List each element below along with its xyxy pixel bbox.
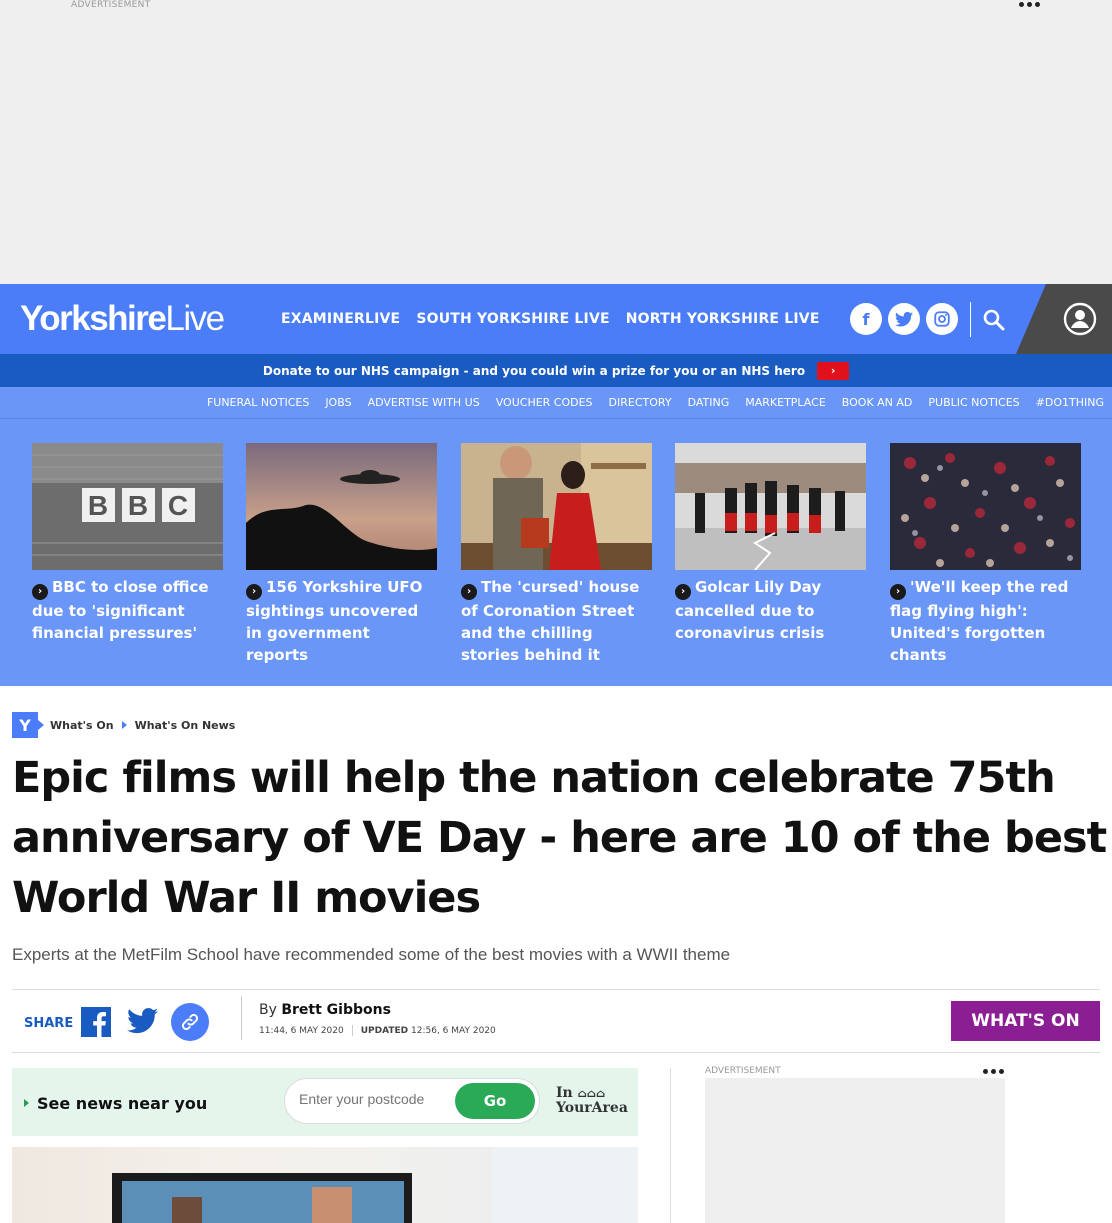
instagram-icon[interactable]: [926, 303, 958, 335]
search-icon[interactable]: [982, 308, 1006, 336]
side-ad-label: ADVERTISEMENT: [705, 1066, 781, 1076]
logo-light: Live: [165, 299, 225, 338]
subnav-dating[interactable]: DATING: [688, 396, 730, 409]
subnav-marketplace[interactable]: MARKETPLACE: [745, 396, 826, 409]
chevron-right-icon: ›: [675, 584, 691, 600]
teaser-card[interactable]: › 'We'll keep the red flag flying high': …: [890, 443, 1081, 666]
subnav-funeral-notices[interactable]: FUNERAL NOTICES: [207, 396, 309, 409]
teaser-title-text: The 'cursed' house of Coronation Street …: [461, 578, 640, 664]
subnav-public-notices[interactable]: PUBLIC NOTICES: [928, 396, 1019, 409]
breadcrumb-whats-on-news[interactable]: What's On News: [135, 719, 236, 732]
teaser-card[interactable]: › The 'cursed' house of Coronation Street…: [461, 443, 652, 666]
teaser-title-text: BBC to close office due to 'significant …: [32, 578, 209, 642]
article-dates: 11:44, 6 MAY 2020 UPDATED 12:56, 6 MAY 2…: [259, 1025, 496, 1036]
share-label: SHARE: [24, 1016, 74, 1031]
teaser-image-ufo[interactable]: [246, 443, 437, 570]
teaser-image-golcar-lily-day[interactable]: [675, 443, 866, 570]
go-button[interactable]: Go: [455, 1083, 535, 1119]
header-divider: [970, 302, 971, 337]
house-icon: ⌂⌂⌂: [577, 1087, 606, 1100]
teaser-title-text: 156 Yorkshire UFO sightings uncovered in…: [246, 578, 423, 664]
teaser-image-bbc[interactable]: B B C: [32, 443, 223, 570]
teaser-title[interactable]: › The 'cursed' house of Coronation Street…: [461, 576, 652, 666]
svg-text:B: B: [128, 490, 148, 521]
top-advertisement: ADVERTISEMENT: [0, 0, 1112, 284]
twitter-share-icon[interactable]: [127, 1008, 158, 1038]
ad-options-icon[interactable]: [1019, 2, 1040, 7]
byline-prefix: By: [259, 1002, 277, 1018]
teaser-card[interactable]: › Golcar Lily Day cancelled due to corona…: [675, 443, 866, 644]
teaser-strip: B B C › BBC to close office due to 'signi…: [0, 419, 1112, 686]
whats-on-section-button[interactable]: WHAT'S ON: [951, 1001, 1100, 1041]
subnav-directory[interactable]: DIRECTORY: [609, 396, 672, 409]
teaser-title-text: 'We'll keep the red flag flying high': U…: [890, 578, 1069, 664]
subnav-jobs[interactable]: JOBS: [325, 396, 351, 409]
nav-south-yorkshire-live[interactable]: SOUTH YORKSHIRE LIVE: [416, 311, 609, 327]
postcode-input[interactable]: [299, 1091, 449, 1107]
teaser-title[interactable]: › Golcar Lily Day cancelled due to corona…: [675, 576, 866, 644]
nav-north-yorkshire-live[interactable]: NORTH YORKSHIRE LIVE: [626, 311, 820, 327]
breadcrumb-arrow-icon: [121, 721, 127, 729]
twitter-icon[interactable]: [888, 303, 920, 335]
copy-link-icon[interactable]: [171, 1003, 209, 1041]
breadcrumb-whats-on[interactable]: What's On: [50, 719, 114, 732]
facebook-icon[interactable]: f: [850, 303, 882, 335]
article-hero-image: [12, 1147, 638, 1223]
chevron-right-icon: ›: [32, 584, 48, 600]
subnav-do1thing[interactable]: #DO1THING: [1036, 396, 1104, 409]
secondary-nav: FUNERAL NOTICES JOBS ADVERTISE WITH US V…: [0, 387, 1112, 419]
chevron-right-icon: ›: [890, 584, 906, 600]
byline: By Brett Gibbons: [259, 1002, 391, 1018]
inyourarea-logo[interactable]: In ⌂⌂⌂ YourArea: [556, 1086, 628, 1116]
updated-date: 12:56, 6 MAY 2020: [411, 1025, 496, 1036]
date-separator: [351, 1025, 353, 1036]
site-y-logo[interactable]: Y: [12, 712, 44, 738]
postcode-form: Go: [284, 1078, 540, 1124]
near-you-label: See news near you: [24, 1094, 207, 1113]
chevron-right-icon: ›: [246, 584, 262, 600]
teaser-title[interactable]: › 156 Yorkshire UFO sightings uncovered i…: [246, 576, 437, 666]
article-standfirst: Experts at the MetFilm School have recom…: [12, 945, 731, 964]
sidebar-divider: [670, 1068, 671, 1223]
chevron-right-icon: ›: [461, 584, 477, 600]
article-meta-bar: SHARE By Brett Gibbons 11:44, 6 MAY 2020…: [12, 989, 1100, 1053]
subnav-book-an-ad[interactable]: BOOK AN AD: [842, 396, 913, 409]
logo-bold: Yorkshire: [20, 299, 167, 338]
donate-banner[interactable]: Donate to our NHS campaign - and you cou…: [0, 354, 1112, 387]
subnav-voucher-codes[interactable]: VOUCHER CODES: [496, 396, 593, 409]
teaser-card[interactable]: B B C › BBC to close office due to 'signi…: [32, 443, 223, 644]
teaser-title-text: Golcar Lily Day cancelled due to coronav…: [675, 578, 825, 642]
news-near-you-widget: See news near you Go In ⌂⌂⌂ YourArea: [12, 1068, 638, 1136]
teaser-card[interactable]: › 156 Yorkshire UFO sightings uncovered i…: [246, 443, 437, 666]
facebook-share-icon[interactable]: [81, 1007, 111, 1041]
published-date: 11:44, 6 MAY 2020: [259, 1025, 344, 1036]
updated-label: UPDATED: [360, 1025, 409, 1036]
meta-divider: [241, 996, 242, 1040]
svg-text:C: C: [168, 490, 188, 521]
inyourarea-line1: In: [556, 1085, 573, 1101]
ad-label: ADVERTISEMENT: [71, 0, 151, 10]
teaser-image-coronation-street[interactable]: [461, 443, 652, 570]
article-headline: Epic films will help the nation celebrat…: [12, 753, 1107, 923]
donate-text: Donate to our NHS campaign - and you cou…: [262, 363, 806, 378]
inyourarea-line2: YourArea: [556, 1100, 628, 1116]
author-name[interactable]: Brett Gibbons: [281, 1002, 391, 1018]
breadcrumb: Y What's On What's On News: [12, 712, 235, 738]
teaser-title[interactable]: › BBC to close office due to 'significant…: [32, 576, 223, 644]
main-nav: EXAMINERLIVE SOUTH YORKSHIRE LIVE NORTH …: [281, 311, 820, 327]
nav-examinerlive[interactable]: EXAMINERLIVE: [281, 311, 400, 327]
account-icon[interactable]: [1063, 302, 1097, 340]
svg-text:B: B: [88, 490, 108, 521]
teaser-image-united-fans[interactable]: [890, 443, 1081, 570]
donate-arrow-icon[interactable]: ›: [817, 361, 850, 380]
subnav-advertise[interactable]: ADVERTISE WITH US: [368, 396, 480, 409]
side-ad-options-icon[interactable]: [983, 1069, 1004, 1074]
teaser-title[interactable]: › 'We'll keep the red flag flying high': …: [890, 576, 1081, 666]
side-advertisement: [705, 1078, 1005, 1223]
site-logo[interactable]: YorkshireLive: [20, 299, 225, 339]
